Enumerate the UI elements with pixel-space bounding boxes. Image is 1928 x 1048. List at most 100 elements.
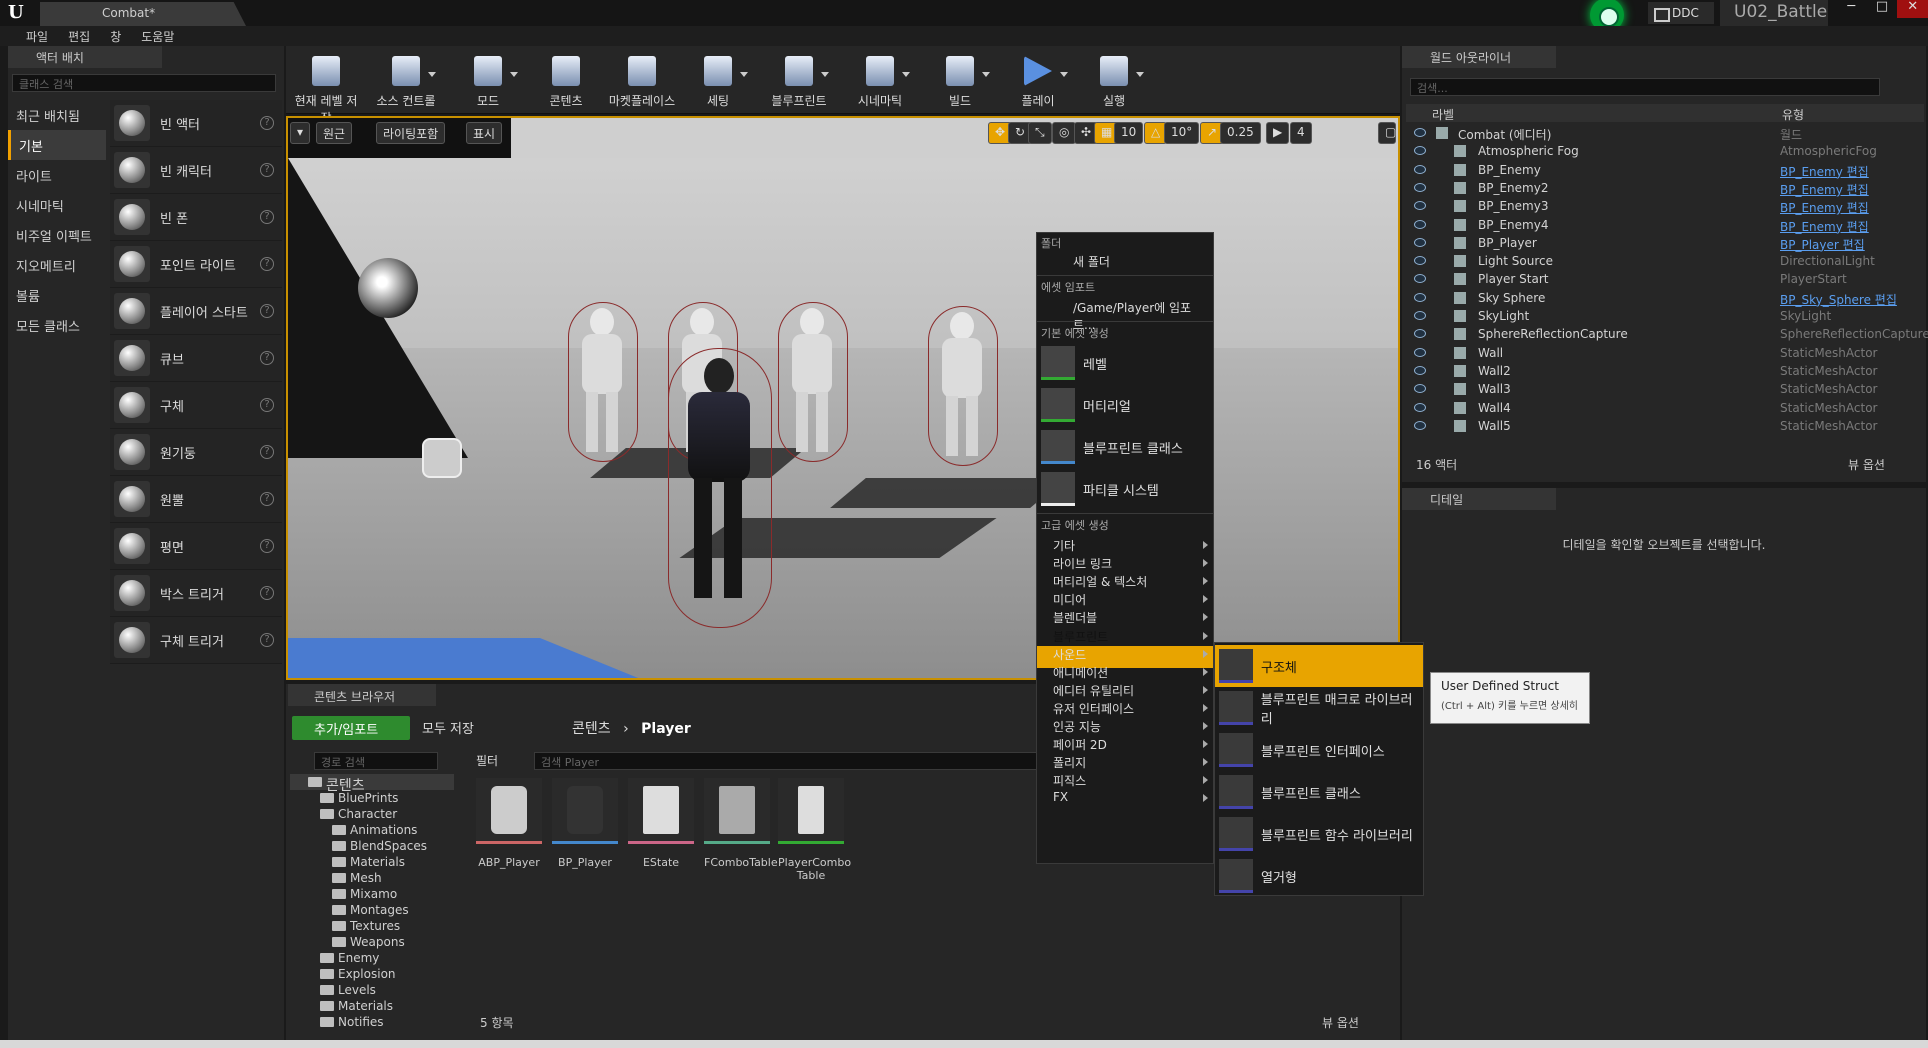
category-cinematic[interactable]: 시네마틱 [8, 190, 106, 220]
outliner-row[interactable]: BP_Enemy4 BP_Enemy 편집 [1406, 216, 1924, 234]
actor-item[interactable]: 포인트 라이트? [110, 241, 282, 288]
folder-tree-item[interactable]: Materials [290, 854, 454, 870]
asset-tile[interactable]: EState [628, 778, 694, 869]
level-tab[interactable]: Combat* [40, 2, 246, 26]
content-view-options[interactable]: 뷰 옵션 [1322, 1014, 1359, 1031]
advanced-menu-item[interactable]: 머티리얼 & 텍스처 [1053, 573, 1209, 590]
folder-tree-item[interactable]: Animations [290, 822, 454, 838]
asset-tile[interactable]: ABP_Player [476, 778, 542, 869]
outliner-row[interactable]: Atmospheric Fog AtmosphericFog [1406, 142, 1924, 160]
folder-tree-item[interactable]: Materials [290, 998, 454, 1014]
world-space-icon[interactable]: ◎ [1052, 122, 1077, 144]
advanced-menu-item[interactable]: 기타 [1053, 537, 1209, 554]
cinematics-button[interactable]: 시네마틱 [848, 52, 912, 112]
help-icon[interactable]: ? [260, 210, 274, 224]
enemy-character[interactable] [778, 302, 848, 462]
category-lights[interactable]: 라이트 [8, 160, 106, 190]
folder-tree-item[interactable]: Levels [290, 982, 454, 998]
category-volumes[interactable]: 볼륨 [8, 280, 106, 310]
visibility-eye-icon[interactable] [1414, 384, 1426, 394]
folder-tree-item[interactable]: 콘텐츠 [290, 774, 454, 794]
menu-edit[interactable]: 편집 [58, 26, 100, 46]
actor-item[interactable]: 평면? [110, 523, 282, 570]
outliner-view-options[interactable]: 뷰 옵션 [1848, 456, 1885, 473]
folder-tree-item[interactable]: Character [290, 806, 454, 822]
breadcrumb-current[interactable]: Player [641, 721, 691, 737]
folder-tree-item[interactable]: Notifies [290, 1014, 454, 1030]
help-icon[interactable]: ? [260, 163, 274, 177]
help-icon[interactable]: ? [260, 116, 274, 130]
advanced-menu-item[interactable]: 미디어 [1053, 591, 1209, 608]
path-search-input[interactable]: 경로 검색 [314, 752, 438, 770]
folder-tree-item[interactable]: Montages [290, 902, 454, 918]
enumeration-item[interactable]: 열거형 [1215, 855, 1423, 897]
actor-item[interactable]: 구체 트리거? [110, 617, 282, 664]
scale-snap-value[interactable]: 0.25 [1220, 122, 1261, 144]
visibility-eye-icon[interactable] [1414, 347, 1426, 357]
advanced-menu-item[interactable]: 유저 인터페이스 [1053, 700, 1209, 717]
outliner-search-input[interactable]: 검색... [1410, 78, 1880, 96]
blueprint-interface-item[interactable]: 블루프린트 인터페이스 [1215, 729, 1423, 771]
outliner-row[interactable]: Wall4 StaticMeshActor [1406, 399, 1924, 417]
folder-tree-item[interactable]: BluePrints [290, 790, 454, 806]
folder-tree-item[interactable]: Enemy [290, 950, 454, 966]
advanced-menu-item[interactable]: FX [1053, 790, 1210, 804]
asset-tile[interactable]: FComboTable [704, 778, 778, 869]
help-icon[interactable]: ? [260, 257, 274, 271]
details-tab[interactable]: 디테일 [1402, 488, 1556, 510]
play-button[interactable]: 플레이 [1010, 52, 1068, 112]
actor-item[interactable]: 박스 트리거? [110, 570, 282, 617]
type-column-header[interactable]: 유형 [1782, 106, 1804, 123]
actor-item[interactable]: 플레이어 스타트? [110, 288, 282, 335]
visibility-eye-icon[interactable] [1414, 219, 1426, 229]
content-button[interactable]: 콘텐츠 [538, 52, 594, 112]
edit-blueprint-link[interactable]: BP_Enemy 편집 [1780, 181, 1869, 198]
category-visual-effects[interactable]: 비주얼 이펙트 [8, 220, 106, 250]
label-column-header[interactable]: 라벨 [1432, 106, 1454, 123]
minimize-button[interactable]: ─ [1836, 0, 1867, 18]
actor-item[interactable]: 구체? [110, 382, 282, 429]
advanced-menu-item[interactable]: 사운드 [1053, 646, 1209, 663]
rotation-snap-value[interactable]: 10° [1164, 122, 1200, 144]
level-viewport[interactable]: ▾ 원근 라이팅포함 표시 ✥ ↻ ⤡ ◎ ✣ ▦ 10 △ 10° ↗ 0.2… [286, 116, 1400, 680]
outliner-row[interactable]: Sky Sphere BP_Sky_Sphere 편집 [1406, 289, 1924, 307]
help-icon[interactable]: ? [260, 304, 274, 318]
actor-item[interactable]: 큐브? [110, 335, 282, 382]
blueprints-button[interactable]: 블루프린트 [764, 52, 834, 112]
visibility-eye-icon[interactable] [1414, 201, 1426, 211]
asset-search-input[interactable]: 검색 Player [534, 752, 1054, 770]
help-icon[interactable]: ? [260, 445, 274, 459]
maximize-viewport-icon[interactable]: ▢ [1378, 122, 1396, 144]
visibility-eye-icon[interactable] [1414, 365, 1426, 375]
show-button[interactable]: 표시 [466, 122, 503, 144]
player-start-icon[interactable] [422, 438, 462, 478]
filter-button[interactable]: 필터 [476, 752, 498, 769]
advanced-menu-item[interactable]: 에디터 유틸리티 [1053, 682, 1209, 699]
source-control-button[interactable]: 소스 컨트롤 [370, 52, 442, 112]
blueprint-class-item[interactable]: 블루프린트 클래스 [1215, 771, 1423, 813]
visibility-eye-icon[interactable] [1414, 146, 1426, 156]
outliner-row[interactable]: BP_Enemy BP_Enemy 편집 [1406, 161, 1924, 179]
function-library-item[interactable]: 블루프린트 함수 라이브러리 [1215, 813, 1423, 855]
reflection-capture-sphere[interactable] [358, 258, 418, 318]
outliner-row[interactable]: SkyLight SkyLight [1406, 307, 1924, 325]
actor-item[interactable]: 빈 폰? [110, 194, 282, 241]
outliner-row[interactable]: Wall5 StaticMeshActor [1406, 417, 1924, 435]
outliner-row[interactable]: Wall3 StaticMeshActor [1406, 380, 1924, 398]
folder-tree-item[interactable]: Textures [290, 918, 454, 934]
outliner-row[interactable]: BP_Player BP_Player 편집 [1406, 234, 1924, 252]
visibility-eye-icon[interactable] [1414, 256, 1426, 266]
outliner-row[interactable]: Wall StaticMeshActor [1406, 344, 1924, 362]
place-actors-tab[interactable]: 액터 배치 [8, 46, 162, 68]
asset-tile[interactable]: PlayerCombo Table [778, 778, 851, 882]
ddc-indicator[interactable]: DDC [1648, 2, 1714, 24]
perspective-button[interactable]: 원근 [316, 122, 353, 144]
advanced-menu-item[interactable]: 폴리지 [1053, 754, 1209, 771]
visibility-eye-icon[interactable] [1414, 237, 1426, 247]
actor-item[interactable]: 빈 캐릭터? [110, 147, 282, 194]
asset-tile[interactable]: BP_Player [552, 778, 618, 869]
folder-tree-item[interactable]: Mixamo [290, 886, 454, 902]
advanced-menu-item[interactable]: 피직스 [1053, 772, 1209, 789]
create-level-item[interactable]: 레벨 [1041, 343, 1213, 383]
build-button[interactable]: 빌드 [932, 52, 990, 112]
